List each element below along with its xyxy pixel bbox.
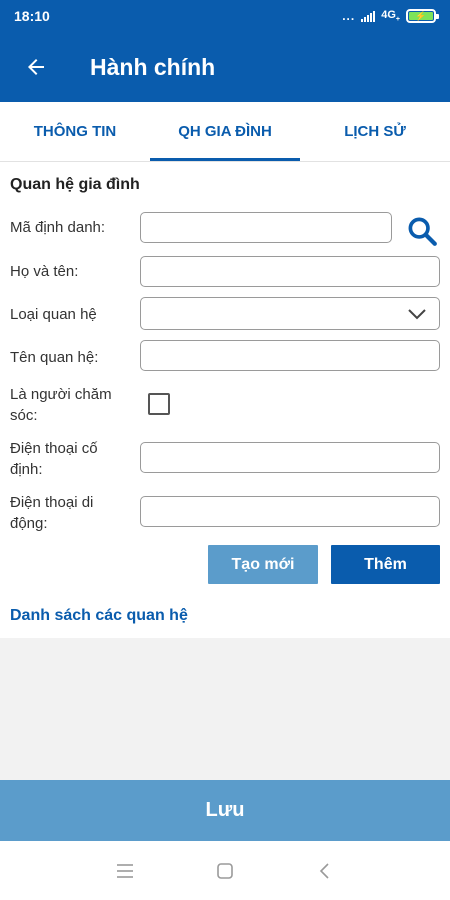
la-nguoi-cham-soc-label: Là người chăm sóc: (10, 386, 112, 424)
chevron-down-icon (408, 309, 426, 320)
la-nguoi-cham-soc-checkbox[interactable] (148, 393, 170, 415)
add-button[interactable]: Thêm (331, 545, 440, 584)
family-relation-form: Quan hệ gia đình Mã định danh: Họ và tên… (0, 162, 450, 638)
status-dots: ... (342, 9, 356, 23)
loai-quan-he-select[interactable] (140, 297, 440, 330)
section-title: Quan hệ gia đình (10, 176, 140, 193)
tab-label: QH GIA ĐÌNH (178, 123, 272, 140)
signal-icon (361, 10, 376, 22)
status-time: 18:10 (14, 8, 50, 24)
search-button[interactable] (402, 212, 442, 250)
tab-thong-tin[interactable]: THÔNG TIN (0, 102, 150, 161)
tab-bar: THÔNG TIN QH GIA ĐÌNH LỊCH SỬ (0, 102, 450, 162)
home-square-icon[interactable] (211, 857, 239, 885)
loai-quan-he-label: Loại quan hệ (10, 306, 97, 323)
tab-lich-su[interactable]: LỊCH SỬ (300, 102, 450, 161)
ten-quan-he-input[interactable] (140, 340, 440, 371)
battery-icon: ⚡ (406, 9, 439, 23)
save-button[interactable]: Lưu (0, 780, 450, 841)
relation-list-title: Danh sách các quan hệ (10, 607, 188, 624)
tab-label: LỊCH SỬ (344, 123, 406, 140)
ho-va-ten-label: Họ và tên: (10, 263, 79, 280)
dien-thoai-di-dong-input[interactable] (140, 496, 440, 527)
ho-va-ten-input[interactable] (140, 256, 440, 287)
ten-quan-he-label: Tên quan hệ: (10, 349, 99, 366)
arrow-left-icon (28, 59, 44, 75)
ma-dinh-danh-label: Mã định danh: (10, 219, 106, 236)
status-icons: ... 4G+ ⚡ (342, 8, 439, 24)
network-type: 4G+ (381, 8, 400, 24)
dien-thoai-di-dong-label: Điện thoại di động: (10, 494, 94, 532)
menu-icon[interactable] (111, 857, 139, 885)
page-title: Hành chính (90, 53, 216, 80)
dien-thoai-co-dinh-input[interactable] (140, 442, 440, 473)
app-bar: Hành chính (0, 32, 450, 102)
back-chevron-icon[interactable] (311, 857, 339, 885)
create-new-button[interactable]: Tạo mới (208, 545, 318, 584)
tab-qh-gia-dinh[interactable]: QH GIA ĐÌNH (150, 102, 300, 161)
tab-label: THÔNG TIN (33, 123, 117, 140)
ma-dinh-danh-input[interactable] (140, 212, 392, 243)
search-icon (408, 217, 437, 246)
system-nav-bar (0, 841, 450, 900)
relation-list (0, 638, 450, 780)
status-bar: 18:10 ... 4G+ ⚡ (0, 0, 450, 32)
dien-thoai-co-dinh-label: Điện thoại cố định: (10, 440, 98, 478)
back-button[interactable] (0, 32, 72, 102)
